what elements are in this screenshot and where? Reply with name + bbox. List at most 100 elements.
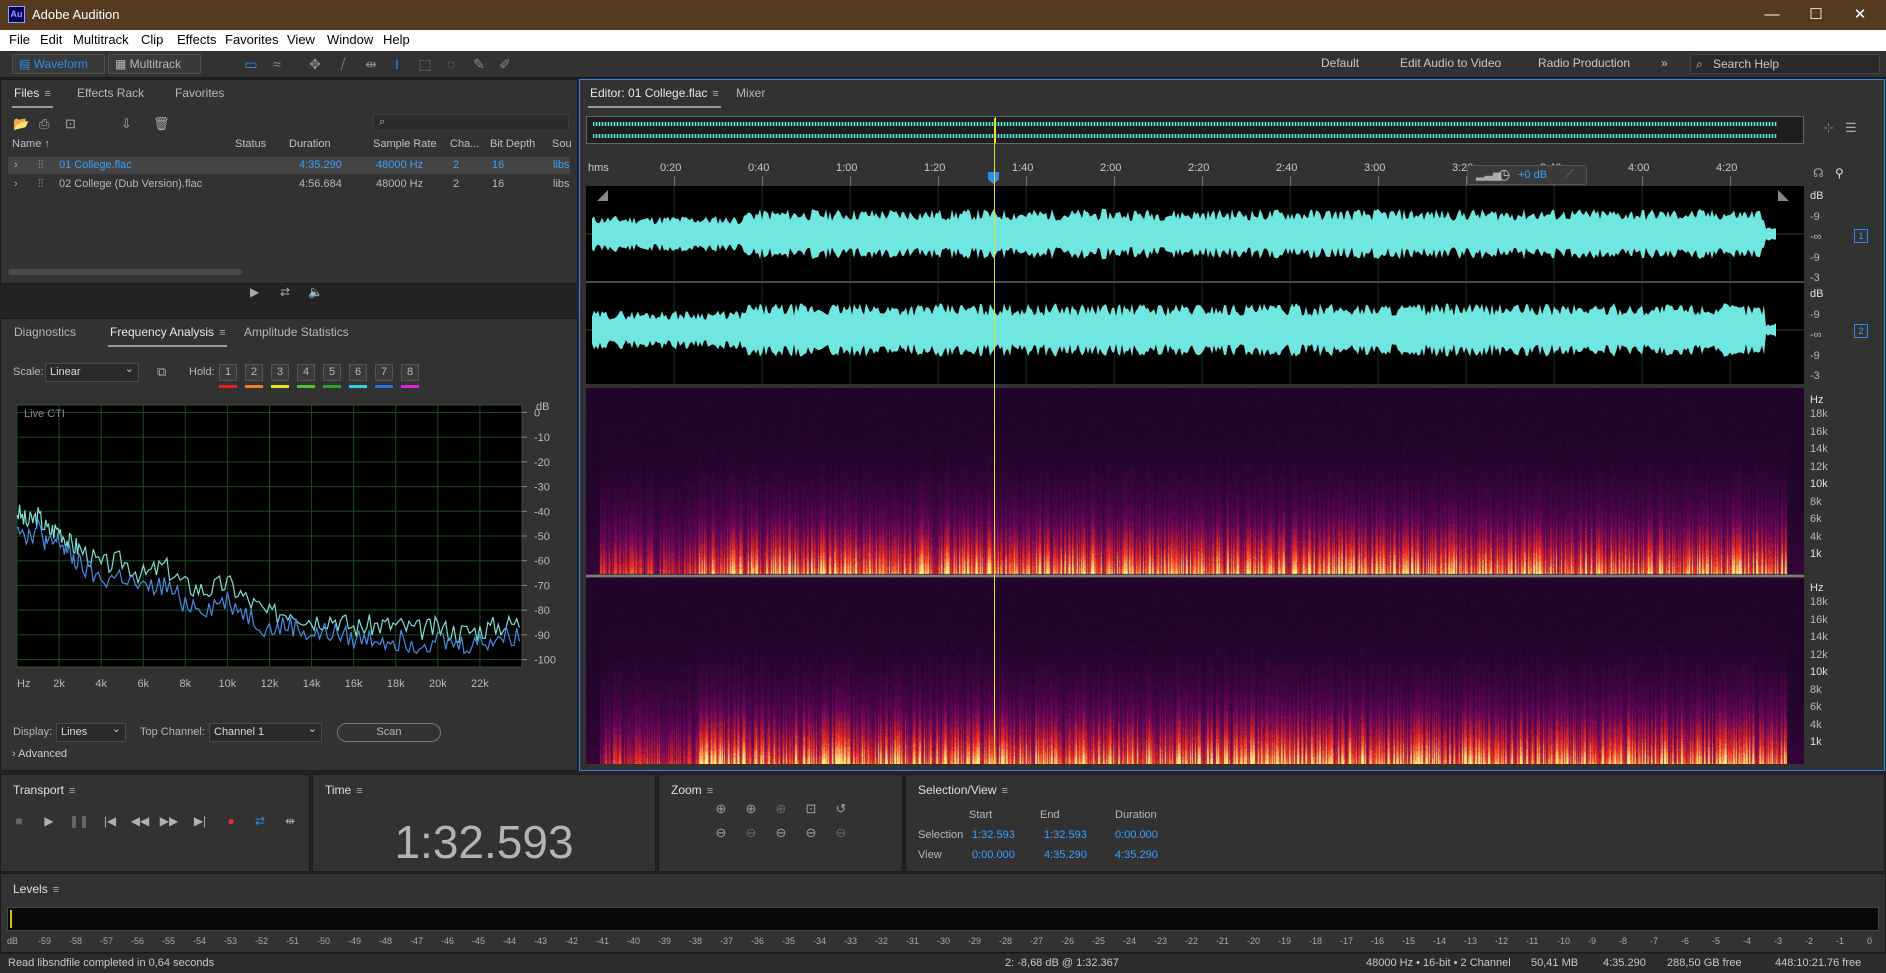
- brush-tool-icon[interactable]: ✎: [470, 55, 488, 73]
- import-file-icon[interactable]: ⎙: [39, 116, 49, 132]
- tab-files[interactable]: Files ≡: [12, 86, 53, 108]
- panel-menu-icon[interactable]: ≡: [69, 785, 75, 797]
- hold-button-2[interactable]: 2: [245, 364, 263, 381]
- close-icon[interactable]: ✕: [1845, 5, 1875, 25]
- panel-menu-icon[interactable]: ≡: [356, 785, 362, 797]
- workspace-radio-production[interactable]: Radio Production: [1538, 56, 1630, 70]
- fast-forward-icon[interactable]: ▶▶: [159, 811, 179, 831]
- workspace-edit-audio-to-video[interactable]: Edit Audio to Video: [1400, 56, 1501, 70]
- hold-button-5[interactable]: 5: [323, 364, 341, 381]
- insert-into-multitrack-icon[interactable]: ⇩: [121, 116, 132, 132]
- snap-icon[interactable]: ⚲: [1835, 166, 1844, 180]
- horizontal-scrollbar[interactable]: [8, 269, 242, 275]
- column-sample-rate[interactable]: Sample Rate: [373, 138, 437, 150]
- pause-icon[interactable]: ❚❚: [69, 811, 89, 831]
- tab-frequency-analysis[interactable]: Frequency Analysis ≡: [107, 325, 228, 347]
- hold-button-7[interactable]: 7: [375, 364, 393, 381]
- channel-2-badge[interactable]: 2: [1854, 324, 1868, 338]
- tab-mixer[interactable]: Mixer: [736, 86, 765, 100]
- waveform-display[interactable]: [586, 186, 1804, 384]
- stop-icon[interactable]: ■: [9, 811, 29, 831]
- panel-menu-icon[interactable]: ≡: [707, 785, 713, 797]
- display-select[interactable]: Lines: [56, 721, 126, 742]
- menu-file[interactable]: File: [9, 32, 30, 47]
- zoom-out-amplitude-icon[interactable]: ⊖: [711, 823, 731, 843]
- pin-hud-icon[interactable]: ⟋: [1566, 168, 1574, 181]
- table-row[interactable]: › ⫶⫶ 02 College (Dub Version).flac 4:56.…: [8, 176, 570, 193]
- expand-icon[interactable]: ›: [14, 178, 18, 190]
- play-preview-icon[interactable]: ▶: [250, 285, 259, 299]
- skip-selection-icon[interactable]: ⇹: [280, 811, 300, 831]
- zoom-to-fit-icon[interactable]: ⊹: [1823, 120, 1834, 136]
- panel-menu-icon[interactable]: ≡: [219, 327, 225, 339]
- zoom-out-time-icon[interactable]: ⊖: [741, 823, 761, 843]
- panel-menu-icon[interactable]: ≡: [53, 884, 59, 896]
- spectral-display-icon[interactable]: ▭: [242, 55, 260, 73]
- panel-menu-icon[interactable]: ≡: [712, 88, 718, 100]
- tab-editor[interactable]: Editor: 01 College.flac ≡: [588, 86, 721, 108]
- panel-menu-icon[interactable]: ≡: [1002, 785, 1008, 797]
- column-bit-depth[interactable]: Bit Depth: [490, 138, 535, 150]
- record-icon[interactable]: ●: [221, 811, 241, 831]
- hold-button-3[interactable]: 3: [271, 364, 289, 381]
- volume-knob-icon[interactable]: ◷: [1498, 166, 1510, 183]
- selection-start[interactable]: 1:32.593: [972, 829, 1015, 841]
- maximize-icon[interactable]: ☐: [1801, 5, 1831, 25]
- time-ruler[interactable]: hms 0:20 0:40 1:00 1:20 1:40 2:00 2:20 2:40 3:00 3…: [586, 160, 1804, 186]
- open-file-icon[interactable]: 📂: [13, 116, 29, 132]
- zoom-out-full-time-icon[interactable]: ⊖: [801, 823, 821, 843]
- menu-window[interactable]: Window: [327, 32, 373, 47]
- menu-multitrack[interactable]: Multitrack: [73, 32, 129, 47]
- menu-favorites[interactable]: Favorites: [225, 32, 278, 47]
- loop-playback-icon[interactable]: ⇄: [250, 811, 270, 831]
- scan-button[interactable]: Scan: [337, 723, 441, 742]
- panel-menu-icon[interactable]: ≡: [44, 88, 50, 100]
- column-status[interactable]: Status: [235, 138, 266, 150]
- hold-button-4[interactable]: 4: [297, 364, 315, 381]
- zoom-out-point-icon[interactable]: ⊖: [831, 823, 851, 843]
- column-source[interactable]: Sou: [552, 138, 572, 150]
- tab-favorites[interactable]: Favorites: [175, 86, 224, 100]
- spectral-frequency-display[interactable]: [586, 388, 1804, 764]
- search-help-input[interactable]: ⌕ Search Help: [1690, 54, 1880, 74]
- play-icon[interactable]: ▶: [39, 811, 59, 831]
- hold-button-8[interactable]: 8: [401, 364, 419, 381]
- channel-1-badge[interactable]: 1: [1854, 229, 1868, 243]
- time-selection-tool-icon[interactable]: I: [388, 55, 406, 73]
- column-name[interactable]: Name ↑: [12, 138, 50, 150]
- hold-button-1[interactable]: 1: [219, 364, 237, 381]
- spot-healing-icon[interactable]: ✐: [496, 55, 514, 73]
- delete-file-icon[interactable]: 🗑: [153, 116, 170, 132]
- menu-clip[interactable]: Clip: [141, 32, 163, 47]
- zoom-to-selection-icon[interactable]: ⊡: [801, 799, 821, 819]
- column-channels[interactable]: Cha...: [450, 138, 479, 150]
- column-duration[interactable]: Duration: [289, 138, 331, 150]
- tab-effects-rack[interactable]: Effects Rack: [77, 86, 144, 100]
- rewind-icon[interactable]: ◀◀: [130, 811, 150, 831]
- menu-help[interactable]: Help: [383, 32, 410, 47]
- selection-end[interactable]: 1:32.593: [1044, 829, 1087, 841]
- selection-duration[interactable]: 0:00.000: [1115, 829, 1158, 841]
- pitch-display-icon[interactable]: ≈: [268, 55, 286, 73]
- advanced-toggle[interactable]: › Advanced: [12, 748, 67, 760]
- razor-tool-icon[interactable]: ⧸: [334, 55, 352, 73]
- tab-diagnostics[interactable]: Diagnostics: [14, 325, 76, 339]
- move-to-next-icon[interactable]: ▶|: [190, 811, 210, 831]
- more-workspaces-icon[interactable]: »: [1661, 56, 1668, 70]
- overview-navigator[interactable]: [586, 116, 1804, 144]
- auto-play-icon[interactable]: 🔈: [308, 285, 323, 299]
- tab-amplitude-statistics[interactable]: Amplitude Statistics: [244, 325, 349, 339]
- menu-view[interactable]: View: [287, 32, 315, 47]
- marquee-tool-icon[interactable]: ⬚: [416, 55, 434, 73]
- zoom-in-point-icon[interactable]: ⊕: [771, 799, 791, 819]
- move-tool-icon[interactable]: ✥: [306, 55, 324, 73]
- view-duration[interactable]: 4:35.290: [1115, 849, 1158, 861]
- slip-tool-icon[interactable]: ⇹: [362, 55, 380, 73]
- menu-effects[interactable]: Effects: [177, 32, 217, 47]
- workspace-default[interactable]: Default: [1321, 56, 1359, 70]
- zoom-reset-icon[interactable]: ↺: [831, 799, 851, 819]
- zoom-in-time-icon[interactable]: ⊕: [741, 799, 761, 819]
- waveform-view-button[interactable]: ▤ Waveform: [12, 54, 105, 74]
- copy-graph-icon[interactable]: ⧉: [157, 364, 166, 380]
- zoom-out-full-icon[interactable]: ⊖: [771, 823, 791, 843]
